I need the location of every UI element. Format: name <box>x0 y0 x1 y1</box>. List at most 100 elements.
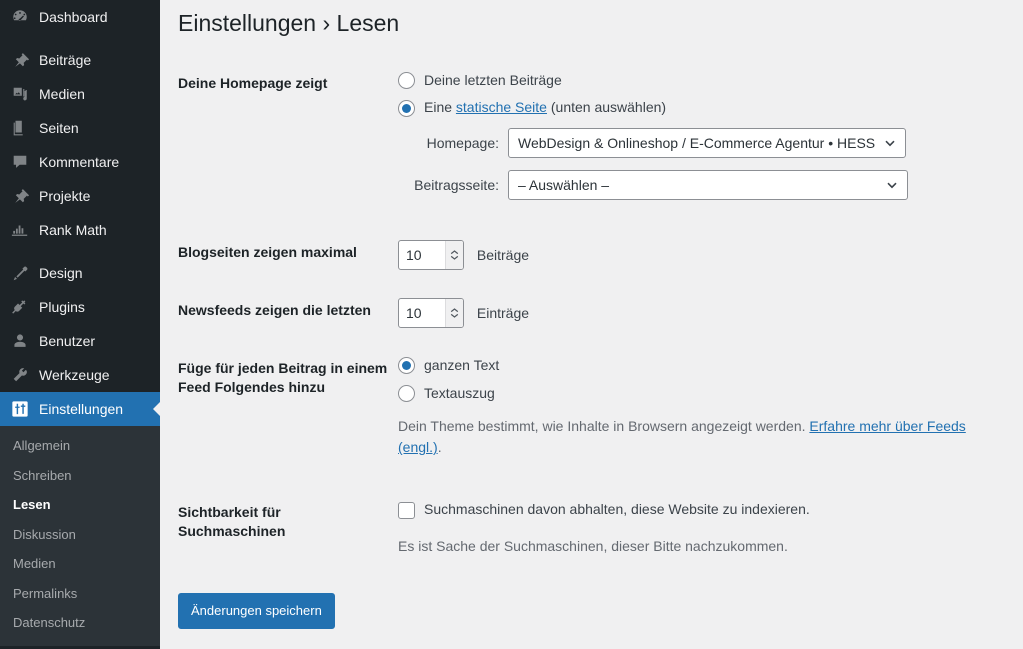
search-visibility-description: Es ist Sache der Suchmaschinen, dieser B… <box>398 537 788 554</box>
submenu-item-diskussion[interactable]: Diskussion <box>0 520 160 550</box>
submenu-item-allgemein[interactable]: Allgemein <box>0 431 160 461</box>
menu-group-admin: Design Plugins Benutzer Werkzeuge Einste… <box>0 256 160 426</box>
sidebar-item-label: Projekte <box>39 188 91 204</box>
row-label-feed-content: Füge für jeden Beitrag in einem Feed Fol… <box>178 360 388 395</box>
posts-per-page-input[interactable]: 10 <box>398 240 464 271</box>
sidebar-item-dashboard[interactable]: Dashboard <box>0 0 160 34</box>
homepage-select-row: Homepage: WebDesign & Onlineshop / E-Com… <box>398 128 993 159</box>
radio-latest-posts[interactable]: Deine letzten Beiträge <box>398 71 993 91</box>
radio-latest-posts-control[interactable] <box>398 72 415 90</box>
sidebar-item-benutzer[interactable]: Benutzer <box>0 324 160 358</box>
row-homepage-displays: Deine Homepage zeigt Deine letzten Beitr… <box>178 57 1003 226</box>
postspage-select[interactable]: – Auswählen – <box>508 170 908 201</box>
settings-icon <box>10 399 30 419</box>
sidebar-item-design[interactable]: Design <box>0 256 160 290</box>
row-field-posts-per-rss: 10 Einträge <box>398 284 1003 342</box>
radio-full-text[interactable]: ganzen Text <box>398 356 993 376</box>
sidebar-item-einstellungen[interactable]: Einstellungen <box>0 392 160 426</box>
comment-icon <box>10 152 30 172</box>
chart-icon <box>10 220 30 240</box>
sidebar-item-label: Medien <box>39 86 85 102</box>
submenu-item-schreiben[interactable]: Schreiben <box>0 461 160 491</box>
sidebar-item-rank-math[interactable]: Rank Math <box>0 213 160 247</box>
sidebar-item-seiten[interactable]: Seiten <box>0 111 160 145</box>
feed-description-suffix: . <box>437 439 442 456</box>
submenu-item-medien[interactable]: Medien <box>0 549 160 579</box>
row-field-feed-content: ganzen Text Textauszug Dein Theme bestim… <box>398 342 1003 486</box>
sidebar-item-label: Einstellungen <box>39 401 124 417</box>
row-posts-per-rss: Newsfeeds zeigen die letzten 10 Einträge <box>178 284 1003 342</box>
plug-icon <box>10 297 30 317</box>
chevron-down-icon <box>881 136 899 150</box>
media-icon <box>10 84 30 104</box>
checkbox-discourage-search-control[interactable] <box>398 501 415 519</box>
submenu-item-datenschutz[interactable]: Datenschutz <box>0 608 160 638</box>
posts-per-rss-input[interactable]: 10 <box>398 298 464 329</box>
row-posts-per-page: Blogseiten zeigen maximal 10 Beiträge <box>178 226 1003 284</box>
radio-static-page[interactable]: Eine statische Seite (unten auswählen) <box>398 98 993 118</box>
sidebar-item-label: Werkzeuge <box>39 367 110 383</box>
sidebar-item-label: Dashboard <box>39 9 108 25</box>
pin-icon <box>10 186 30 206</box>
settings-submenu: Allgemein Schreiben Lesen Diskussion Med… <box>0 426 160 646</box>
radio-full-text-label: ganzen Text <box>424 357 500 374</box>
static-page-link[interactable]: statische Seite <box>456 99 547 115</box>
posts-per-rss-unit: Einträge <box>476 304 530 321</box>
submenu-item-permalinks[interactable]: Permalinks <box>0 579 160 609</box>
menu-separator <box>0 34 160 43</box>
row-label-homepage: Deine Homepage zeigt <box>178 74 328 91</box>
static-prefix: Eine <box>424 99 456 116</box>
row-field-homepage: Deine letzten Beiträge Eine statische Se… <box>398 57 1003 226</box>
reading-settings-form: Deine Homepage zeigt Deine letzten Beitr… <box>178 57 1003 629</box>
dashboard-icon <box>10 7 30 27</box>
sidebar-item-label: Plugins <box>39 299 85 315</box>
posts-per-page-stepper[interactable] <box>445 241 463 270</box>
feed-content-description: Dein Theme bestimmt, wie Inhalte in Brow… <box>398 416 993 458</box>
checkbox-discourage-search[interactable]: Suchmaschinen davon abhalten, diese Webs… <box>398 500 993 520</box>
checkbox-discourage-search-label: Suchmaschinen davon abhalten, diese Webs… <box>424 501 810 518</box>
chevron-down-icon <box>883 178 901 192</box>
sidebar-item-label: Rank Math <box>39 222 107 238</box>
pages-icon <box>10 118 30 138</box>
sidebar-item-projekte[interactable]: Projekte <box>0 179 160 213</box>
sidebar-item-plugins[interactable]: Plugins <box>0 290 160 324</box>
radio-latest-posts-label: Deine letzten Beiträge <box>424 71 562 88</box>
sidebar-item-beitraege[interactable]: Beiträge <box>0 43 160 77</box>
sidebar-item-label: Beiträge <box>39 52 92 68</box>
feed-description-text: Dein Theme bestimmt, wie Inhalte in Brow… <box>398 418 810 435</box>
radio-full-text-control[interactable] <box>398 357 415 375</box>
row-feed-content: Füge für jeden Beitrag in einem Feed Fol… <box>178 342 1003 486</box>
radio-static-page-control[interactable] <box>398 99 415 117</box>
admin-sidebar: Dashboard Beiträge Medien Seiten Komment… <box>0 0 160 649</box>
posts-per-rss-stepper[interactable] <box>445 299 463 328</box>
wrench-icon <box>10 365 30 385</box>
sidebar-item-label: Benutzer <box>39 333 96 349</box>
postspage-select-value: – Auswählen – <box>518 176 610 193</box>
menu-group-dashboard: Dashboard <box>0 0 160 34</box>
posts-per-page-unit: Beiträge <box>476 246 530 263</box>
menu-group-content: Beiträge Medien Seiten Kommentare Projek… <box>0 43 160 247</box>
submenu-item-lesen[interactable]: Lesen <box>0 490 160 520</box>
posts-per-page-value: 10 <box>406 246 422 263</box>
static-page-selects: Homepage: WebDesign & Onlineshop / E-Com… <box>398 128 993 201</box>
main-content: Einstellungen › Lesen Deine Homepage zei… <box>160 0 1023 649</box>
radio-excerpt[interactable]: Textauszug <box>398 384 993 404</box>
page-title: Einstellungen › Lesen <box>178 10 400 36</box>
homepage-select[interactable]: WebDesign & Onlineshop / E-Commerce Agen… <box>508 128 906 159</box>
row-label-search-visibility: Sichtbarkeit für Suchmaschinen <box>178 504 286 540</box>
menu-separator <box>0 247 160 256</box>
postspage-select-row: Beitragsseite: – Auswählen – <box>398 170 993 201</box>
sidebar-item-label: Kommentare <box>39 154 120 170</box>
homepage-select-label: Homepage: <box>426 134 499 151</box>
sidebar-item-kommentare[interactable]: Kommentare <box>0 145 160 179</box>
radio-static-page-label: Eine statische Seite (unten auswählen) <box>424 98 666 118</box>
row-label-posts-per-rss: Newsfeeds zeigen die letzten <box>178 302 371 319</box>
row-field-posts-per-page: 10 Beiträge <box>398 226 1003 284</box>
pin-icon <box>10 50 30 70</box>
save-changes-button[interactable]: Änderungen speichern <box>178 592 335 629</box>
user-icon <box>10 331 30 351</box>
sidebar-item-werkzeuge[interactable]: Werkzeuge <box>0 358 160 392</box>
brush-icon <box>10 263 30 283</box>
radio-excerpt-control[interactable] <box>398 384 415 402</box>
sidebar-item-medien[interactable]: Medien <box>0 77 160 111</box>
